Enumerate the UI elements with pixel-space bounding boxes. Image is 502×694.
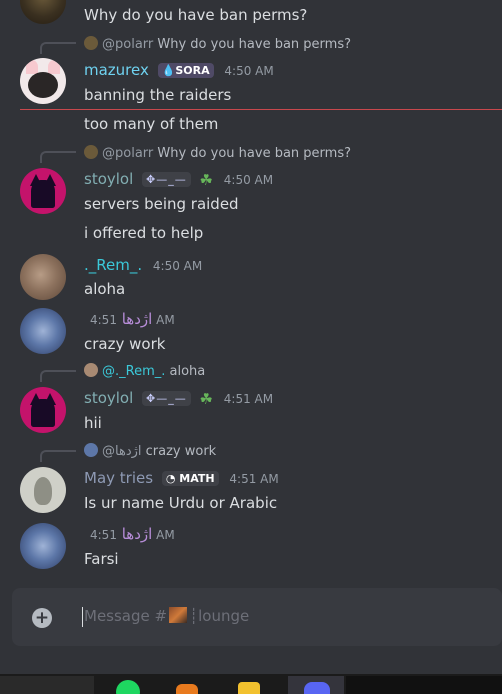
- role-badge[interactable]: ✥—_—: [142, 172, 191, 187]
- message-text: servers being raided: [84, 195, 239, 213]
- reply-mention: @polarr: [102, 146, 154, 161]
- reply-preview[interactable]: @polarr Why do you have ban perms?: [84, 36, 351, 52]
- username[interactable]: mazurex: [84, 61, 149, 79]
- reply-preview[interactable]: @polarr Why do you have ban perms?: [84, 145, 351, 161]
- message-text: i offered to help: [84, 224, 204, 242]
- avatar-rem[interactable]: [20, 254, 66, 300]
- message-header: stoylol ✥—_— ☘ 4:50 AM: [84, 170, 273, 189]
- channel-emoji-icon: [169, 607, 188, 623]
- username[interactable]: stoylol: [84, 170, 133, 188]
- username[interactable]: May tries: [84, 469, 153, 487]
- reply-text: Why do you have ban perms?: [157, 37, 351, 52]
- drop-icon: 💧: [161, 64, 176, 77]
- avatar-detail: [28, 72, 58, 98]
- avatar-mazurex[interactable]: [20, 58, 66, 104]
- icon-shape: [116, 680, 140, 694]
- avatar-azhdaha[interactable]: [20, 308, 66, 354]
- role-badge-label: MATH: [179, 472, 215, 485]
- message-text: Farsi: [84, 550, 119, 568]
- username[interactable]: ._Rem_.: [84, 256, 142, 274]
- taskbar-empty: [346, 676, 502, 694]
- message-text: Is ur name Urdu or Arabic: [84, 494, 278, 512]
- message-text: banning the raiders: [84, 86, 232, 104]
- avatar-stoylol[interactable]: [20, 387, 66, 433]
- reply-spine: [40, 42, 76, 54]
- placeholder-prefix: Message #: [84, 607, 168, 625]
- clock-icon: ◔: [165, 472, 176, 485]
- username[interactable]: اژدها: [122, 310, 153, 328]
- message-header: ._Rem_. 4:50 AM: [84, 256, 202, 274]
- timestamp: 4:50 AM: [152, 259, 203, 273]
- reply-spine: [40, 450, 76, 462]
- message-text: aloha: [84, 280, 126, 298]
- reply-avatar: [84, 363, 98, 377]
- placeholder-channel: ┊lounge: [189, 607, 250, 625]
- avatar-detail: [31, 180, 55, 208]
- new-messages-divider: [20, 109, 502, 110]
- timestamp: 4:50 AM: [223, 173, 274, 187]
- icon-shape: [238, 682, 260, 694]
- role-badge-label: SORA: [175, 64, 210, 77]
- reply-avatar: [84, 36, 98, 50]
- reply-mention: @polarr: [102, 37, 154, 52]
- plus-circle-icon[interactable]: +: [32, 608, 52, 628]
- clover-icon: ☘: [199, 171, 213, 189]
- folder-icon[interactable]: [228, 676, 278, 694]
- message-list: Why do you have ban perms? @polarr Why d…: [0, 0, 502, 588]
- avatar-may-tries[interactable]: [20, 467, 66, 513]
- reply-mention: @اژدها: [102, 444, 142, 459]
- reply-spine: [40, 151, 76, 163]
- avatar-stoylol[interactable]: [20, 168, 66, 214]
- reply-mention: @._Rem_.: [102, 364, 166, 379]
- username[interactable]: اژدها: [122, 525, 153, 543]
- message-text: crazy work: [84, 335, 166, 353]
- reply-text: Why do you have ban perms?: [157, 146, 351, 161]
- clover-icon: ☘: [199, 390, 213, 408]
- message-text: Why do you have ban perms?: [84, 6, 308, 24]
- reply-spine: [40, 370, 76, 382]
- avatar-polarr[interactable]: [20, 0, 66, 24]
- taskbar-search[interactable]: [0, 676, 94, 694]
- reply-text: crazy work: [145, 444, 217, 459]
- discord-icon[interactable]: [288, 676, 344, 694]
- avatar-detail: [31, 399, 55, 427]
- role-badge[interactable]: 💧SORA: [157, 63, 214, 78]
- text-caret: [82, 607, 83, 627]
- timestamp: 4:51 AM: [223, 392, 274, 406]
- avatar-azhdaha[interactable]: [20, 523, 66, 569]
- reply-avatar: [84, 443, 98, 457]
- message-input-placeholder[interactable]: Message # ┊lounge: [84, 607, 249, 625]
- message-text: hii: [84, 414, 102, 432]
- message-header: اژدها 4:51 AM: [84, 310, 175, 328]
- reply-avatar: [84, 145, 98, 159]
- spotify-icon[interactable]: [112, 676, 162, 694]
- message-header: stoylol ✥—_— ☘ 4:51 AM: [84, 389, 273, 408]
- timestamp: 4:50 AM: [224, 64, 274, 78]
- icon-shape: [176, 684, 198, 694]
- message-header: اژدها 4:51 AM: [84, 525, 175, 543]
- os-taskbar: [0, 674, 502, 694]
- message-composer[interactable]: + Message # ┊lounge: [12, 588, 502, 646]
- message-text: too many of them: [84, 115, 219, 133]
- reply-preview[interactable]: @اژدها crazy work: [84, 443, 216, 459]
- avatar-detail: [26, 60, 38, 74]
- app-icon[interactable]: [168, 676, 218, 694]
- avatar-detail: [34, 477, 52, 505]
- avatar-detail: [48, 60, 60, 74]
- role-badge[interactable]: ✥—_—: [142, 391, 191, 406]
- message-header: May tries ◔ MATH 4:51 AM: [84, 469, 279, 487]
- reply-preview[interactable]: @._Rem_. aloha: [84, 363, 205, 379]
- timestamp: 4:51 AM: [229, 472, 279, 486]
- reply-text: aloha: [169, 364, 206, 379]
- role-badge[interactable]: ◔ MATH: [161, 471, 219, 486]
- username[interactable]: stoylol: [84, 389, 133, 407]
- icon-shape: [304, 682, 330, 694]
- message-header: mazurex 💧SORA 4:50 AM: [84, 61, 274, 79]
